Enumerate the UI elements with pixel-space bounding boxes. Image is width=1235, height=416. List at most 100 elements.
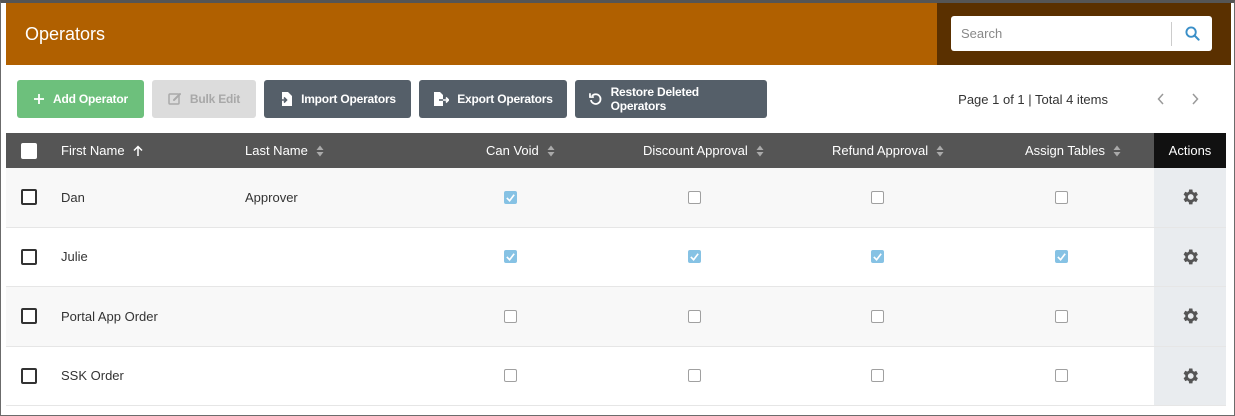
column-last-name-label: Last Name: [245, 143, 308, 158]
column-refund-approval-label: Refund Approval: [832, 143, 929, 158]
discount-approval-checkbox: [688, 190, 701, 204]
column-discount-approval-label: Discount Approval: [643, 143, 748, 158]
first-name-cell: Portal App Order: [61, 287, 158, 346]
restore-icon: [589, 93, 602, 105]
table-body: Dan Approver Julie Portal App Order SSK …: [6, 168, 1226, 406]
column-refund-approval[interactable]: Refund Approval: [832, 133, 944, 168]
search-area: [937, 3, 1231, 65]
checkmark-icon: [873, 253, 882, 262]
gear-icon: [1183, 308, 1198, 324]
page-title: Operators: [25, 23, 106, 44]
import-icon: [279, 92, 293, 106]
add-operator-button[interactable]: Add Operator: [17, 80, 144, 118]
discount-approval-checkbox: [688, 309, 701, 323]
previous-page-button[interactable]: [1152, 89, 1170, 109]
search-icon: [1184, 26, 1200, 41]
column-last-name[interactable]: Last Name: [245, 133, 324, 168]
page-info: Page 1 of 1 | Total 4 items: [958, 91, 1108, 107]
checkmark-icon: [506, 193, 515, 202]
row-select-cell: [21, 347, 37, 406]
chevron-left-icon: [1157, 93, 1164, 105]
first-name-cell: Julie: [61, 228, 88, 287]
can-void-cell: [504, 228, 517, 287]
import-operators-button[interactable]: Import Operators: [264, 80, 411, 118]
arrow-up-icon: [133, 144, 143, 156]
column-first-name-label: First Name: [61, 143, 125, 158]
assign-tables-cell: [1055, 347, 1068, 406]
assign-tables-checkbox: [1055, 309, 1068, 323]
assign-tables-cell: [1055, 228, 1068, 287]
column-first-name[interactable]: First Name: [61, 133, 143, 168]
column-assign-tables-label: Assign Tables: [1025, 143, 1105, 158]
last-name-cell: Approver: [245, 168, 298, 227]
assign-tables-checkbox: [1055, 190, 1068, 204]
can-void-cell: [504, 347, 517, 406]
can-void-cell: [504, 287, 517, 346]
import-operators-label: Import Operators: [301, 92, 396, 106]
column-can-void[interactable]: Can Void: [486, 133, 555, 168]
row-actions-button[interactable]: [1154, 227, 1226, 286]
search-button[interactable]: [1172, 16, 1212, 51]
first-name-cell: SSK Order: [61, 347, 124, 406]
discount-approval-checkbox: [688, 369, 701, 383]
row-actions-button[interactable]: [1154, 168, 1226, 227]
add-operator-label: Add Operator: [53, 92, 128, 106]
bulk-edit-button[interactable]: Bulk Edit: [152, 80, 256, 118]
toolbar: Add Operator Bulk Edit Import Operators …: [17, 80, 767, 118]
refund-approval-checkbox: [871, 309, 884, 323]
gear-icon: [1183, 249, 1198, 265]
assign-tables-checkbox: [1055, 250, 1068, 264]
assign-tables-checkbox: [1055, 369, 1068, 383]
can-void-checkbox: [504, 369, 517, 383]
refund-approval-cell: [871, 287, 884, 346]
refund-approval-cell: [871, 347, 884, 406]
gear-icon: [1183, 189, 1198, 205]
page-header: Operators: [6, 3, 1231, 65]
can-void-checkbox: [504, 309, 517, 323]
search-box: [951, 16, 1212, 51]
discount-approval-cell: [688, 168, 701, 227]
row-actions-button[interactable]: [1154, 287, 1226, 346]
checkmark-icon: [506, 253, 515, 262]
row-select-checkbox[interactable]: [21, 308, 37, 325]
first-name-value: Portal App Order: [61, 308, 158, 324]
column-actions: Actions: [1154, 133, 1226, 168]
discount-approval-cell: [688, 347, 701, 406]
first-name-value: SSK Order: [61, 368, 124, 384]
assign-tables-cell: [1055, 168, 1068, 227]
column-actions-label: Actions: [1168, 143, 1212, 158]
export-icon: [434, 92, 450, 106]
can-void-cell: [504, 168, 517, 227]
row-select-cell: [21, 228, 37, 287]
column-can-void-label: Can Void: [486, 143, 539, 158]
can-void-checkbox: [504, 190, 517, 204]
sort-icon: [547, 145, 555, 156]
row-select-cell: [21, 287, 37, 346]
select-all-checkbox[interactable]: [21, 142, 37, 159]
refund-approval-checkbox: [871, 250, 884, 264]
row-select-checkbox[interactable]: [21, 189, 37, 206]
table-header: First Name Last Name Can Void Discount A…: [6, 133, 1226, 168]
row-select-checkbox[interactable]: [21, 367, 37, 384]
restore-deleted-operators-label: Restore Deleted Operators: [610, 85, 700, 113]
column-assign-tables[interactable]: Assign Tables: [1025, 133, 1121, 168]
column-discount-approval[interactable]: Discount Approval: [643, 133, 764, 168]
row-select-checkbox[interactable]: [21, 248, 37, 265]
export-operators-button[interactable]: Export Operators: [419, 80, 567, 118]
row-actions-button[interactable]: [1154, 346, 1226, 405]
search-input[interactable]: [951, 16, 1171, 51]
first-name-value: Dan: [61, 189, 85, 205]
table-row: Julie: [6, 227, 1226, 287]
sort-icon: [1113, 145, 1121, 156]
sort-icon: [756, 145, 764, 156]
next-page-button[interactable]: [1186, 89, 1204, 109]
refund-approval-checkbox: [871, 190, 884, 204]
sort-icon: [316, 145, 324, 156]
restore-deleted-operators-button[interactable]: Restore Deleted Operators: [575, 80, 767, 118]
chevron-right-icon: [1192, 93, 1199, 105]
plus-icon: [34, 94, 45, 104]
first-name-cell: Dan: [61, 168, 85, 227]
refund-approval-cell: [871, 228, 884, 287]
last-name-value: Approver: [245, 189, 298, 205]
refund-approval-checkbox: [871, 369, 884, 383]
